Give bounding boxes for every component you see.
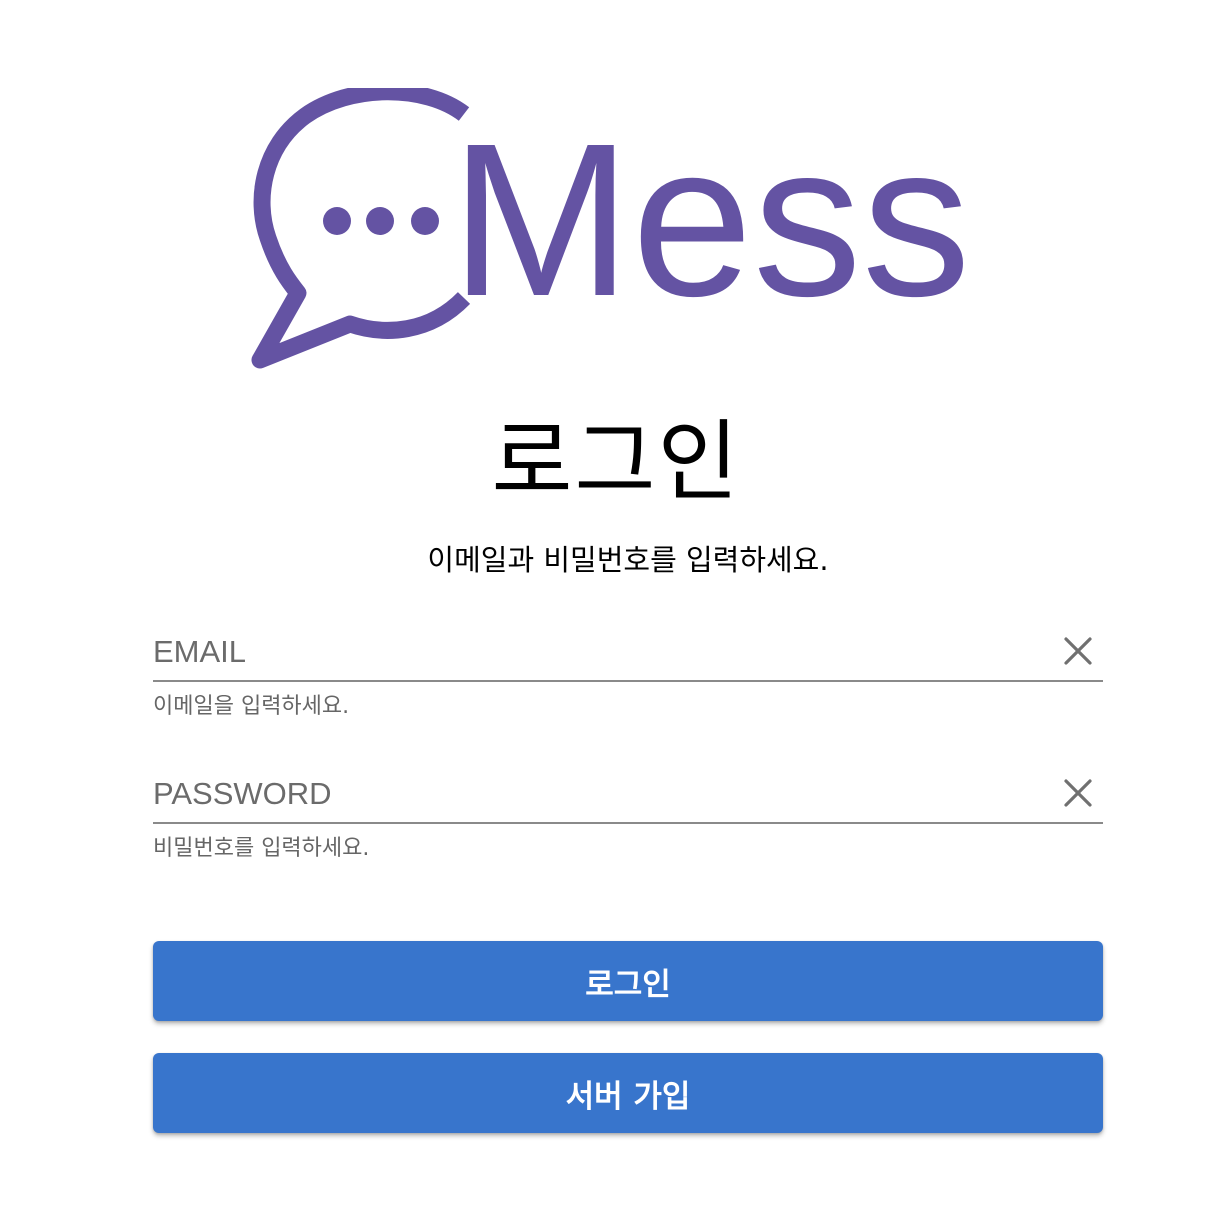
close-icon	[1064, 779, 1092, 807]
password-clear-button[interactable]	[1061, 776, 1095, 810]
page-subtitle: 이메일과 비밀번호를 입력하세요.	[427, 543, 829, 577]
password-field-row	[153, 762, 1103, 824]
app-logo: Mess	[250, 88, 1020, 378]
close-icon	[1064, 637, 1092, 665]
password-input[interactable]	[153, 772, 1033, 816]
logo-graphic: Mess	[251, 88, 971, 369]
join-server-button[interactable]: 서버 가입	[153, 1053, 1103, 1133]
page-title: 로그인	[491, 410, 741, 513]
email-clear-button[interactable]	[1061, 634, 1095, 668]
password-field-group: 비밀번호를 입력하세요.	[153, 762, 1103, 864]
chat-bubble-icon	[251, 88, 471, 369]
email-field-row	[153, 620, 1103, 682]
login-button[interactable]: 로그인	[153, 941, 1103, 1021]
email-field-group: 이메일을 입력하세요.	[153, 620, 1103, 722]
email-helper-text: 이메일을 입력하세요.	[153, 694, 350, 719]
email-input[interactable]	[153, 630, 1033, 674]
logo-wordmark: Mess	[450, 99, 971, 342]
password-helper-text: 비밀번호를 입력하세요.	[153, 836, 370, 861]
